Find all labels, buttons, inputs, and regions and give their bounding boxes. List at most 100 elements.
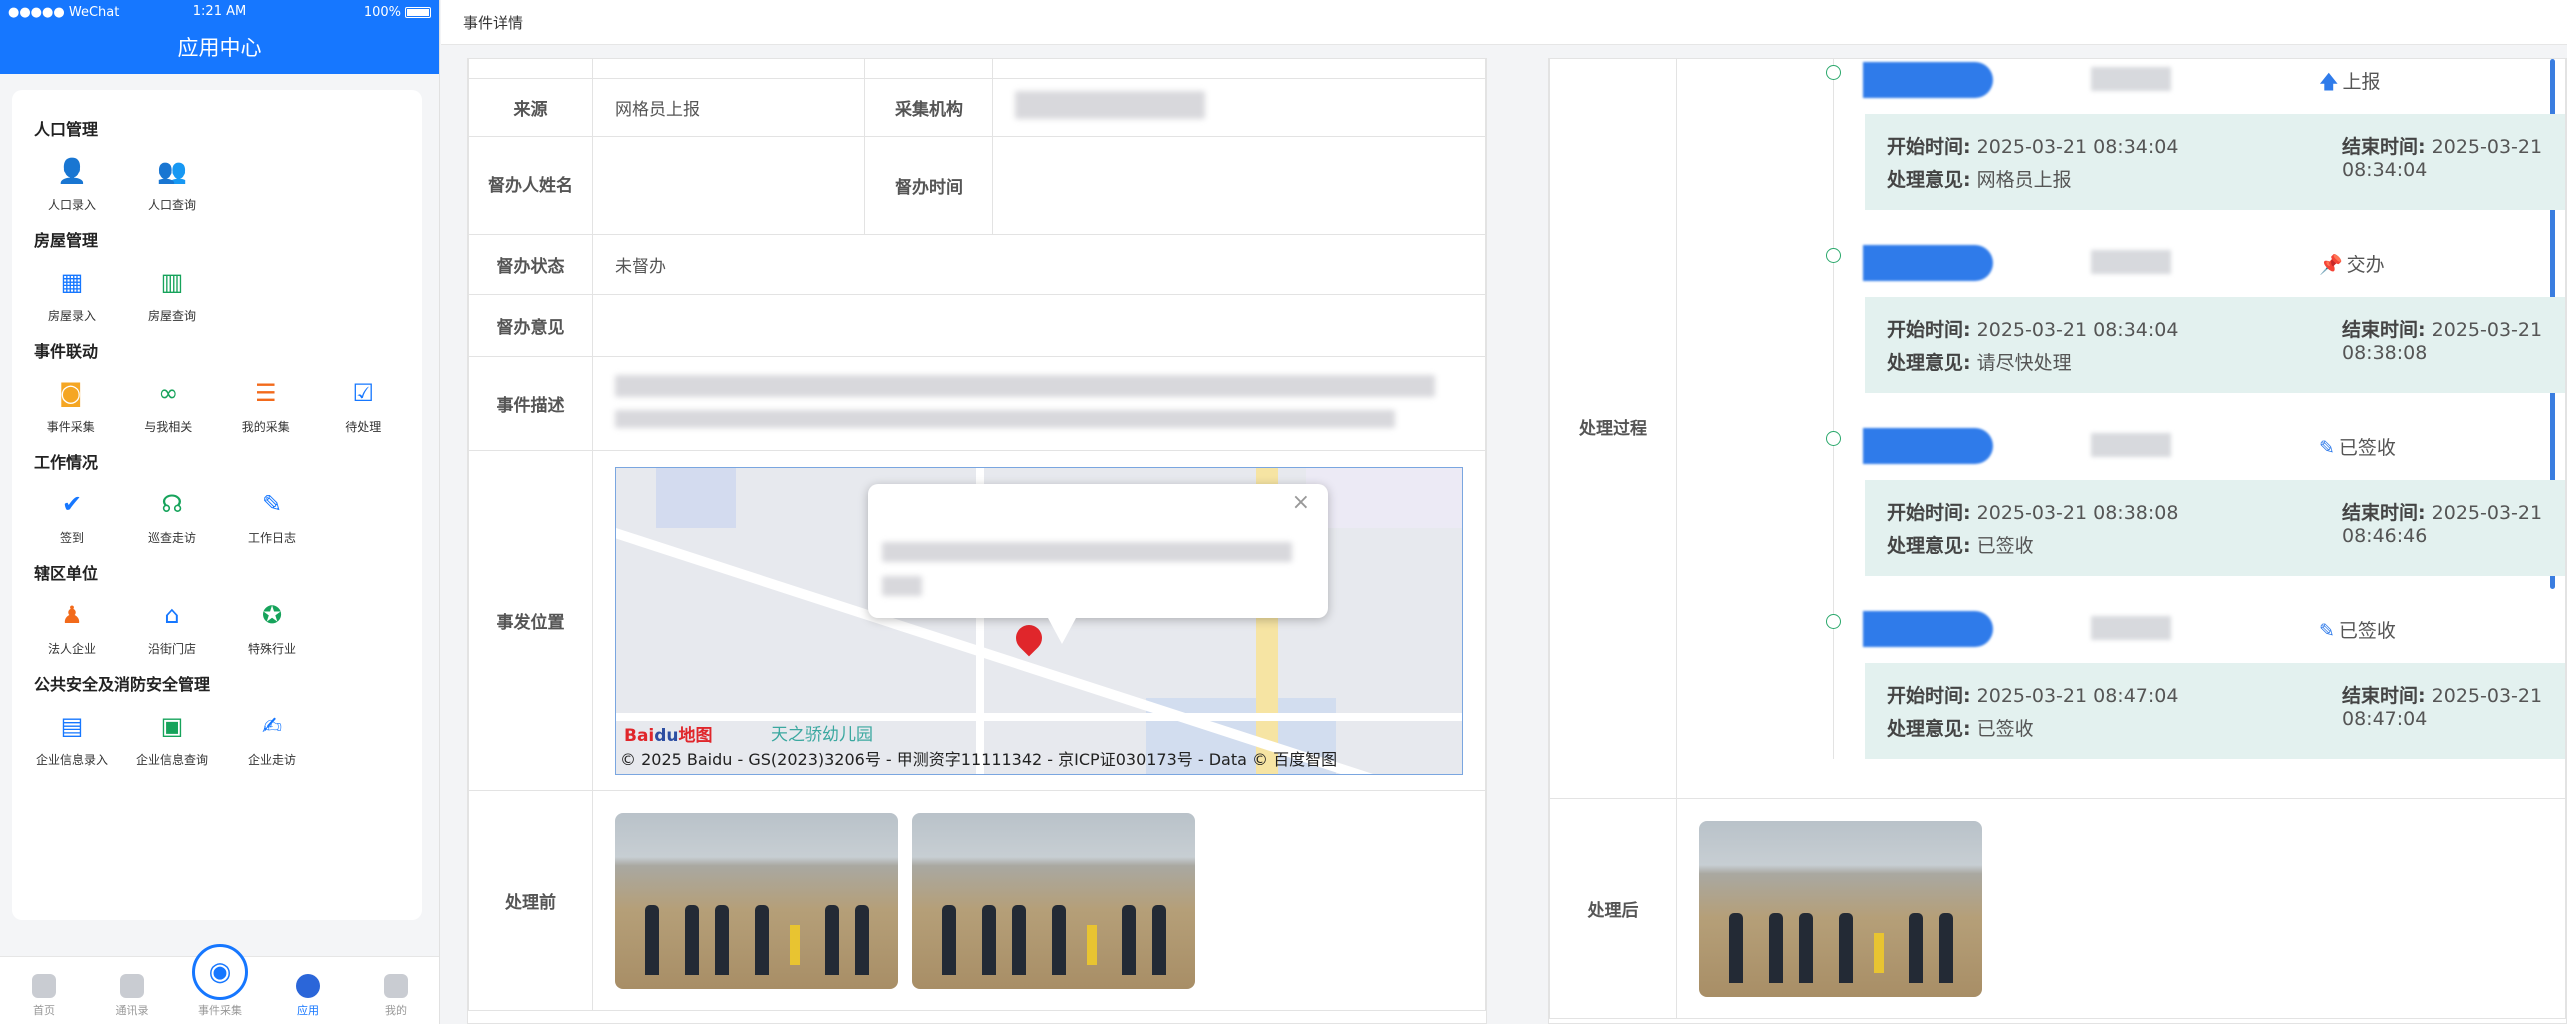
timeline-step: 📌 交办 开始时间: 2025-03-21 08:34:04 结束时间: 2025-0… — [1677, 242, 2565, 418]
app-section: 人口管理 👤 人口录入 👥 人口查询 — [22, 116, 412, 213]
app-item[interactable]: ▥ 房屋查询 — [122, 263, 222, 324]
photo-figure — [855, 904, 869, 975]
app-section: 辖区单位 ♟ 法人企业 ⌂ 沿街门店 ✪ 特殊行业 — [22, 560, 412, 657]
timeline-dot — [1826, 614, 1841, 629]
app-item[interactable]: ☊ 巡查走访 — [122, 485, 222, 546]
app-item[interactable]: ☰ 我的采集 — [217, 374, 315, 435]
pencil-icon: ✎ — [2319, 620, 2335, 642]
app-item-label: 巡查走访 — [147, 531, 196, 545]
map-copyright: © 2025 Baidu - GS(2023)3206号 - 甲测资字11111… — [620, 749, 1338, 769]
photo-figure — [825, 904, 839, 975]
app-section-title: 房屋管理 — [34, 231, 99, 250]
app-header: ●●●●● WeChat 1:21 AM 100% 应用中心 — [0, 0, 439, 74]
app-item[interactable]: ✎ 工作日志 — [222, 485, 322, 546]
app-item[interactable]: ▤ 企业信息录入 — [22, 707, 122, 768]
app-section-title: 辖区单位 — [34, 564, 99, 583]
timeline-step: ✎ 已签收 开始时间: 2025-03-21 08:38:08 结束时间: 2025-… — [1677, 425, 2565, 601]
event-detail-panel: 来源 网格员上报 采集机构 督办人姓名 督办时间 督办状态 未督办 督办意见 事… — [467, 58, 1487, 1024]
photo-figure — [982, 904, 996, 975]
page-header: 事件详情 — [441, 0, 2567, 45]
handler-person — [2091, 616, 2171, 640]
tab-home[interactable]: 首页 — [0, 957, 88, 1024]
app-item[interactable]: ◙ 事件采集 — [22, 374, 120, 435]
calendar-check-icon: ✔ — [61, 490, 83, 518]
planet-icon — [296, 974, 320, 998]
step-action: 🡅 上报 — [2319, 71, 2381, 93]
timeline-dot — [1826, 431, 1841, 446]
photo-figure — [1152, 904, 1166, 975]
app-item[interactable]: ▦ 房屋录入 — [22, 263, 122, 324]
photo-figure — [645, 904, 659, 975]
photo-figure — [1052, 904, 1066, 975]
tab-contacts[interactable]: 通讯录 — [88, 957, 176, 1024]
app-section: 事件联动 ◙ 事件采集 ∞ 与我相关 ☰ 我的采集 ☑ 待处理 — [22, 338, 412, 435]
tab-event-capture[interactable]: ◉ 事件采集 — [176, 944, 264, 1024]
app-item[interactable]: ▣ 企业信息查询 — [122, 707, 222, 768]
map-info-window: × — [868, 483, 1328, 644]
app-item-label: 与我相关 — [144, 420, 193, 434]
tab-mine[interactable]: 我的 — [352, 957, 439, 1024]
patrol-icon: ☊ — [161, 490, 183, 518]
document-edit-icon: ✍ — [261, 712, 283, 740]
app-item[interactable]: ☑ 待处理 — [315, 374, 413, 435]
close-icon[interactable]: × — [1292, 490, 1310, 515]
app-section: 公共安全及消防安全管理 ▤ 企业信息录入 ▣ 企业信息查询 ✍ 企业走访 — [22, 671, 412, 768]
app-item-label: 沿街门店 — [147, 642, 196, 656]
app-item-label: 法人企业 — [47, 642, 96, 656]
handler-name — [1863, 428, 1993, 464]
before-photo-2[interactable] — [912, 812, 1195, 989]
arrow-up-icon: 🡅 — [2319, 71, 2339, 93]
photo-figure — [1874, 932, 1884, 973]
photo-figure — [685, 904, 699, 975]
tab-apps[interactable]: 应用 — [264, 957, 352, 1024]
app-item[interactable]: 👥 人口查询 — [122, 152, 222, 213]
supervise-time-value — [992, 136, 1486, 235]
app-item[interactable]: ✍ 企业走访 — [222, 707, 322, 768]
source-value: 网格员上报 — [591, 78, 866, 137]
app-item-label: 人口录入 — [47, 198, 96, 212]
before-photo-1[interactable] — [615, 812, 898, 989]
person-add-icon: 👤 — [57, 157, 87, 185]
legal-person-icon: ♟ — [61, 601, 83, 629]
storefront-icon: ⌂ — [164, 601, 180, 629]
location-pin-icon[interactable] — [1010, 619, 1048, 656]
incident-map[interactable]: 天之骄幼儿园 × Baidu地图 © 2025 Baidu - GS(2023)… — [615, 466, 1463, 775]
home-icon — [32, 974, 56, 998]
org-label: 采集机构 — [864, 78, 994, 137]
link-icon: ∞ — [158, 379, 179, 407]
app-item[interactable]: ⌂ 沿街门店 — [122, 596, 222, 657]
photo-figure — [1939, 912, 1953, 983]
app-item[interactable]: ✔ 签到 — [22, 485, 122, 546]
app-section-title: 人口管理 — [34, 120, 99, 139]
app-section: 房屋管理 ▦ 房屋录入 ▥ 房屋查询 — [22, 227, 412, 324]
pin-icon: 📌 — [2319, 254, 2343, 276]
camera-icon: ◉ — [192, 944, 248, 1000]
handler-person — [2091, 250, 2171, 274]
map-area — [656, 467, 736, 528]
description-value — [592, 356, 1486, 451]
list-icon: ☰ — [254, 379, 277, 407]
clock: 1:21 AM — [192, 4, 247, 19]
after-photo-1[interactable] — [1699, 820, 1982, 997]
tab-bar: 首页 通讯录 ◉ 事件采集 应用 我的 — [0, 944, 439, 1024]
app-item[interactable]: 👤 人口录入 — [22, 152, 122, 213]
step-action: 📌 交办 — [2319, 254, 2385, 276]
step-card: 开始时间: 2025-03-21 08:34:04 结束时间: 2025-03-2… — [1865, 114, 2565, 210]
description-label: 事件描述 — [468, 356, 593, 451]
opinion: 请尽快处理 — [1976, 352, 2072, 374]
app-item[interactable]: ♟ 法人企业 — [22, 596, 122, 657]
before-label: 处理前 — [468, 790, 593, 1011]
app-item[interactable]: ∞ 与我相关 — [120, 374, 218, 435]
app-item-label: 工作日志 — [247, 531, 296, 545]
app-section-title: 公共安全及消防安全管理 — [34, 675, 211, 694]
start-time: 2025-03-21 08:34:04 — [1976, 319, 2179, 341]
status-bar: ●●●●● WeChat 1:21 AM 100% — [0, 0, 439, 24]
app-section-title: 事件联动 — [34, 342, 99, 361]
opinion: 已签收 — [1976, 718, 2034, 740]
app-item[interactable]: ✪ 特殊行业 — [222, 596, 322, 657]
timeline-dot — [1826, 65, 1841, 80]
app-item-label: 房屋查询 — [147, 309, 196, 323]
handler-person — [2091, 433, 2171, 457]
contacts-icon — [120, 974, 144, 998]
app-item-label: 事件采集 — [46, 420, 95, 434]
